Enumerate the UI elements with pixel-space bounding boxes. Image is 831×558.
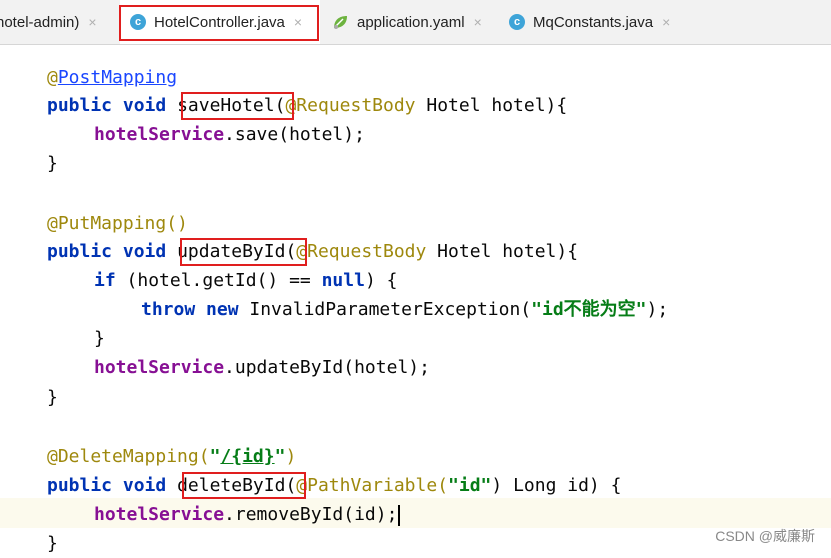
annotation-link[interactable]: PostMapping	[58, 67, 177, 88]
method-name-save-hotel[interactable]: saveHotel	[177, 95, 275, 116]
code-line: @PostMapping	[47, 67, 178, 88]
code-line: }	[94, 328, 105, 349]
close-icon[interactable]: ×	[662, 14, 670, 30]
method-name-delete-by-id[interactable]: deleteById	[177, 475, 285, 496]
code-line: }	[47, 387, 58, 408]
tab-hotel-admin[interactable]: hotel-admin) ×	[0, 0, 97, 44]
close-icon[interactable]: ×	[294, 14, 302, 30]
tab-label: application.yaml	[357, 13, 465, 31]
close-icon[interactable]: ×	[88, 14, 96, 30]
watermark: CSDN @威廉斯	[715, 528, 815, 544]
code-line: }	[47, 533, 58, 554]
spring-leaf-icon	[331, 13, 349, 31]
code-line: hotelService.removeById(id);	[94, 500, 401, 529]
tab-application-yaml[interactable]: application.yaml ×	[331, 0, 482, 44]
code-line: public void updateById(@RequestBody Hote…	[47, 241, 579, 262]
code-line: hotelService.save(hotel);	[94, 124, 365, 145]
code-line: throw new InvalidParameterException("id不…	[141, 299, 669, 320]
path-variable-link[interactable]: /{id}	[220, 446, 274, 467]
code-line: public void saveHotel(@RequestBody Hotel…	[47, 95, 568, 116]
code-line: if (hotel.getId() == null) {	[94, 270, 398, 291]
code-editor[interactable]: @PostMapping public void saveHotel(@Requ…	[0, 45, 831, 556]
code-line: public void deleteById(@PathVariable("id…	[47, 475, 622, 496]
java-class-icon: c	[130, 14, 146, 30]
code-line: @DeleteMapping("/{id}")	[47, 446, 297, 467]
code-line: }	[47, 153, 58, 174]
tab-label: MqConstants.java	[533, 13, 654, 31]
java-class-icon: c	[509, 14, 525, 30]
tab-hotel-controller[interactable]: c HotelController.java ×	[120, 0, 320, 44]
tab-label: hotel-admin)	[0, 13, 80, 31]
method-name-update-by-id[interactable]: updateById	[177, 241, 285, 262]
code-line: @PutMapping()	[47, 213, 188, 234]
text-cursor	[398, 504, 401, 526]
editor-tab-bar: hotel-admin) × c HotelController.java × …	[0, 0, 831, 45]
close-icon[interactable]: ×	[474, 14, 482, 30]
code-line: hotelService.updateById(hotel);	[94, 357, 430, 378]
tab-label: HotelController.java	[154, 13, 285, 31]
tab-mq-constants[interactable]: c MqConstants.java ×	[509, 0, 670, 44]
